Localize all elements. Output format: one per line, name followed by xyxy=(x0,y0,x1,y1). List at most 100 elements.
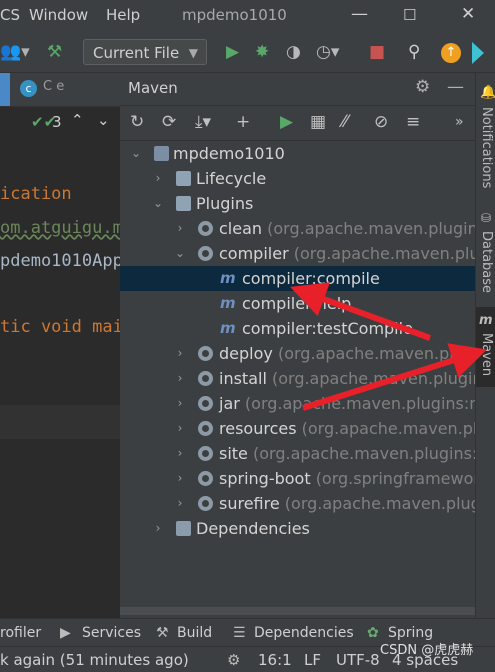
chevron-right-icon[interactable]: › xyxy=(174,391,186,416)
editor-tab-active[interactable] xyxy=(0,73,10,106)
dependencies-icon[interactable]: ☰ xyxy=(233,625,246,641)
chevron-right-icon[interactable]: › xyxy=(174,341,186,366)
stripe-maven-active[interactable]: m Maven xyxy=(476,307,495,387)
close-icon[interactable]: ✕ xyxy=(461,4,475,24)
file-encoding[interactable]: UTF-8 xyxy=(336,651,380,669)
collapse-all-icon[interactable]: ≡ xyxy=(406,112,420,132)
chevron-right-icon[interactable]: › xyxy=(152,166,164,191)
menu-partial[interactable]: CS xyxy=(0,6,20,24)
tool-services[interactable]: Services xyxy=(82,625,141,641)
minimize-icon[interactable]: — xyxy=(351,4,368,24)
caret-position[interactable]: 16:1 xyxy=(258,651,292,669)
coverage-icon[interactable]: ◑ xyxy=(286,41,301,63)
caret-row-highlight xyxy=(0,405,120,439)
run-config-select[interactable]: Current File ▼ xyxy=(83,39,207,65)
code-editor[interactable]: c С е ✔✔ 3 ⌃ ⌄ ication om.atguigu.m pdem… xyxy=(0,73,120,618)
maven-header: Maven ⚙ — xyxy=(120,73,475,106)
download-icon[interactable]: ⤓▾ xyxy=(195,112,211,132)
plugins-icon xyxy=(176,196,191,211)
plugin-logo-icon[interactable] xyxy=(472,42,484,64)
editor-tab-label[interactable]: С е xyxy=(43,79,64,94)
tree-item-resources[interactable]: › resources (org.apache.maven.plugi xyxy=(120,416,475,441)
class-icon: c xyxy=(20,80,37,97)
tree-item-compiler-compile[interactable]: m compiler:compile xyxy=(120,266,475,291)
horizontal-scrollbar[interactable] xyxy=(120,607,475,615)
chevron-down-icon[interactable]: ⌄ xyxy=(152,191,164,216)
maven-icon: m xyxy=(479,313,493,328)
search-icon[interactable]: ⚲ xyxy=(408,41,420,63)
debug-icon[interactable]: ✸ xyxy=(255,41,269,63)
reload-icon[interactable]: ↻ xyxy=(130,112,144,132)
tool-dependencies[interactable]: Dependencies xyxy=(254,625,354,641)
run-maven-icon[interactable]: ▶ xyxy=(280,112,293,132)
stop-icon[interactable]: ■ xyxy=(369,41,385,63)
tree-item-install[interactable]: › install (org.apache.maven.plugins:m xyxy=(120,366,475,391)
tree-label: compiler (org.apache.maven.plugin xyxy=(219,244,475,263)
plugin-icon xyxy=(198,421,213,436)
run-icon[interactable]: ▶ xyxy=(226,41,239,63)
gear-icon[interactable]: ⚙ xyxy=(415,77,430,97)
chevron-right-icon[interactable]: › xyxy=(174,491,186,516)
plugin-icon xyxy=(198,471,213,486)
chevron-right-icon[interactable]: › xyxy=(152,516,164,541)
reimport-folder-icon[interactable]: ⟳ xyxy=(162,112,176,132)
chevron-down-icon[interactable]: ⌄ xyxy=(130,141,142,166)
stripe-notifications[interactable]: Notifications xyxy=(477,107,495,188)
maximize-icon[interactable]: ☐ xyxy=(403,6,416,24)
code-line: om.atguigu.m xyxy=(0,218,120,238)
skip-tests-icon[interactable]: ⊘ xyxy=(374,112,388,132)
toggle-offline-icon[interactable]: ⁄⁄ xyxy=(342,112,348,132)
update-icon[interactable]: ↑ xyxy=(441,43,461,63)
user-icon[interactable]: 👥▾ xyxy=(0,41,30,63)
spring-icon[interactable]: ✿ xyxy=(367,625,379,641)
chevron-right-icon[interactable]: › xyxy=(174,466,186,491)
tree-label: surefire (org.apache.maven.plugins xyxy=(219,494,475,513)
chevron-down-icon: ▼ xyxy=(188,46,198,60)
tree-item-lifecycle[interactable]: › Lifecycle xyxy=(120,166,475,191)
sync-icon[interactable]: ⚙ xyxy=(227,651,240,669)
tree-label: clean (org.apache.maven.plugins:m xyxy=(219,219,475,238)
line-separator[interactable]: LF xyxy=(304,651,321,669)
tree-item-dependencies[interactable]: › Dependencies xyxy=(120,516,475,541)
maven-tool-window: Maven ⚙ — ↻ ⟳ ⤓▾ + ▶ ▦ ⁄⁄ ⊘ ≡ » ⌄ mpdemo… xyxy=(120,73,475,618)
stripe-database[interactable]: Database xyxy=(477,231,495,293)
services-icon[interactable]: ▶ xyxy=(60,625,71,641)
window-title: mpdemo1010 xyxy=(182,6,287,24)
bell-icon[interactable]: 🔔 xyxy=(480,85,495,100)
chevron-right-icon[interactable]: › xyxy=(174,441,186,466)
build-hammer-icon[interactable]: ⚒ xyxy=(47,41,62,63)
tree-item-spring-boot[interactable]: › spring-boot (org.springframework. xyxy=(120,466,475,491)
chevron-right-icon[interactable]: › xyxy=(174,416,186,441)
execute-goal-icon[interactable]: ▦ xyxy=(310,112,326,132)
tree-label: Plugins xyxy=(196,194,254,213)
next-highlight-icon[interactable]: ⌄ xyxy=(97,111,110,129)
chevron-down-icon[interactable]: ⌄ xyxy=(174,241,186,266)
status-message[interactable]: k again (51 minutes ago) xyxy=(0,651,189,669)
add-icon[interactable]: + xyxy=(236,112,250,132)
chevron-right-icon[interactable]: › xyxy=(174,216,186,241)
more-icon[interactable]: » xyxy=(455,114,464,130)
tree-item-site[interactable]: › site (org.apache.maven.plugins:mav xyxy=(120,441,475,466)
tool-build[interactable]: Build xyxy=(177,625,212,641)
tree-item-compiler-testcompile[interactable]: m compiler:testCompile xyxy=(120,316,475,341)
tree-item-surefire[interactable]: › surefire (org.apache.maven.plugins xyxy=(120,491,475,516)
tree-item-clean[interactable]: › clean (org.apache.maven.plugins:m xyxy=(120,216,475,241)
menu-bar: CS Window Help mpdemo1010 — ☐ ✕ xyxy=(0,0,495,34)
code-line: tic void mai xyxy=(0,317,120,337)
tree-item-deploy[interactable]: › deploy (org.apache.maven.plugins: xyxy=(120,341,475,366)
menu-help[interactable]: Help xyxy=(106,6,140,24)
prev-highlight-icon[interactable]: ⌃ xyxy=(71,111,84,129)
chevron-right-icon[interactable]: › xyxy=(174,366,186,391)
tree-item-project[interactable]: ⌄ mpdemo1010 xyxy=(120,141,475,166)
hide-icon[interactable]: — xyxy=(447,77,464,97)
tool-profiler[interactable]: rofiler xyxy=(0,625,41,641)
tree-item-compiler[interactable]: ⌄ compiler (org.apache.maven.plugin xyxy=(120,241,475,266)
tree-item-plugins[interactable]: ⌄ Plugins xyxy=(120,191,475,216)
lifecycle-icon xyxy=(176,171,191,186)
menu-window[interactable]: Window xyxy=(29,6,88,24)
tree-item-compiler-help[interactable]: m compiler:help xyxy=(120,291,475,316)
database-icon[interactable]: ⛁ xyxy=(481,211,491,225)
tree-item-jar[interactable]: › jar (org.apache.maven.plugins:mav xyxy=(120,391,475,416)
profile-icon[interactable]: ◷▾ xyxy=(316,41,339,63)
build-icon[interactable]: ⚒ xyxy=(156,625,169,641)
